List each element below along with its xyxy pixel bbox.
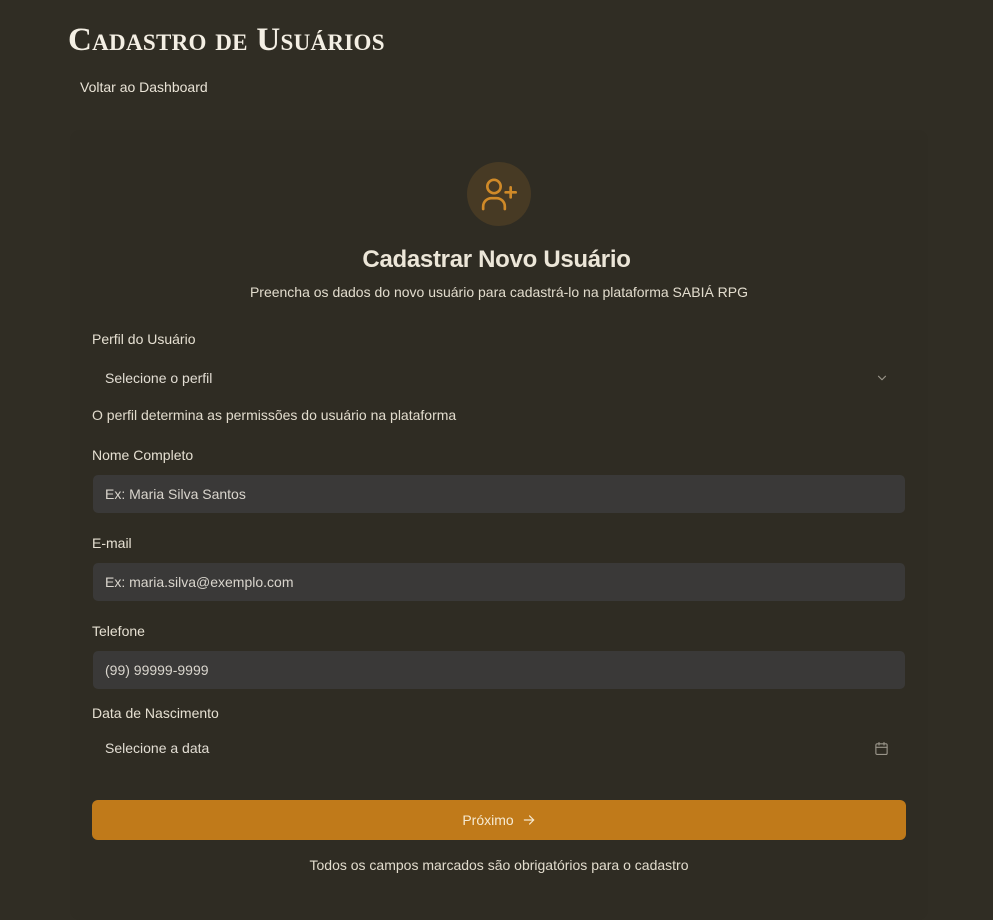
form-heading: Cadastrar Novo Usuário <box>362 246 631 273</box>
phone-label: Telefone <box>92 623 145 639</box>
next-button[interactable]: Próximo <box>92 800 906 840</box>
name-label: Nome Completo <box>92 447 194 463</box>
back-to-dashboard-link[interactable]: Voltar ao Dashboard <box>80 79 208 95</box>
arrow-right-icon <box>522 813 536 827</box>
email-placeholder: Ex: maria.silva@exemplo.com <box>105 574 294 590</box>
birthdate-placeholder: Selecione a data <box>105 740 210 756</box>
full-name-placeholder: Ex: Maria Silva Santos <box>105 486 246 502</box>
phone-input[interactable]: (99) 99999-9999 <box>93 651 905 689</box>
chevron-down-icon <box>875 371 889 385</box>
page-title: Cadastro de Usuários <box>68 22 385 58</box>
profile-label: Perfil do Usuário <box>92 331 196 347</box>
birthdate-picker[interactable]: Selecione a data <box>93 729 905 767</box>
email-input[interactable]: Ex: maria.silva@exemplo.com <box>93 563 905 601</box>
profile-select-value: Selecione o perfil <box>105 370 213 386</box>
phone-placeholder: (99) 99999-9999 <box>105 662 209 678</box>
calendar-icon[interactable] <box>874 741 889 756</box>
profile-select[interactable]: Selecione o perfil <box>93 359 905 397</box>
profile-helper-text: O perfil determina as permissões do usuá… <box>92 407 457 423</box>
birthdate-label: Data de Nascimento <box>92 705 219 721</box>
full-name-input[interactable]: Ex: Maria Silva Santos <box>93 475 905 513</box>
form-subtitle: Preencha os dados do novo usuário para c… <box>249 284 749 300</box>
required-fields-note: Todos os campos marcados são obrigatório… <box>309 857 689 873</box>
user-plus-badge <box>467 162 531 226</box>
next-button-label: Próximo <box>462 812 514 828</box>
user-plus-icon <box>479 174 519 214</box>
email-label: E-mail <box>92 535 132 551</box>
